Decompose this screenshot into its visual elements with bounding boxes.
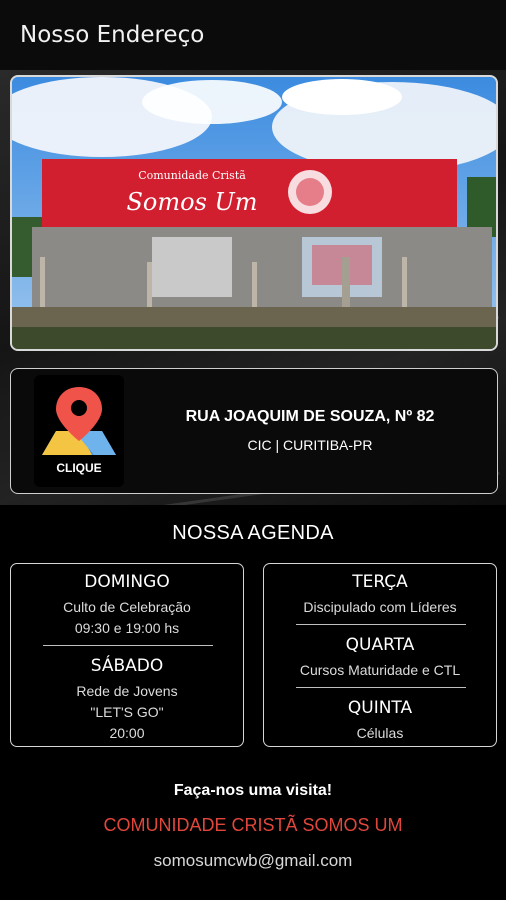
sign-line-1: Comunidade Cristã (138, 169, 246, 182)
agenda-day-terca: TERÇA (352, 572, 408, 592)
agenda-desc: Discipulado com Líderes (303, 599, 457, 615)
church-photo: Comunidade Cristã Somos Um (10, 75, 498, 351)
church-name: COMUNIDADE CRISTÃ SOMOS UM (103, 815, 403, 835)
agenda-desc: Rede de Jovens (76, 683, 178, 699)
app-bar: Nosso Endereço (0, 0, 506, 70)
agenda-title: NOSSA AGENDA (172, 522, 334, 544)
divider (43, 645, 213, 646)
agenda-day-quarta: QUARTA (345, 635, 415, 655)
email-link[interactable]: somosumcwb@gmail.com (0, 851, 506, 871)
map-button[interactable]: CLIQUE (34, 375, 124, 487)
agenda-day-quinta: QUINTA (347, 698, 413, 718)
address-street: RUA JOAQUIM DE SOUZA, Nº 82 (185, 408, 435, 425)
page-title: Nosso Endereço (20, 22, 205, 48)
agenda-time: 20:00 (109, 725, 145, 741)
church-building-image: Comunidade Cristã Somos Um (12, 77, 496, 349)
agenda-day-sabado: SÁBADO (90, 656, 164, 676)
divider (296, 624, 466, 625)
map-button-label: CLIQUE (56, 461, 102, 475)
agenda-desc: Cursos Maturidade e CTL (299, 662, 461, 678)
agenda-desc: Células (356, 725, 404, 741)
agenda-day-domingo: DOMINGO (84, 572, 170, 592)
agenda-card-weekend: DOMINGO Culto de Celebração 09:30 e 19:0… (10, 563, 244, 747)
agenda-desc: Culto de Celebração (63, 599, 191, 615)
address-city: CIC | CURITIBA-PR (247, 437, 373, 453)
visit-text: Faça-nos uma visita! (173, 782, 333, 799)
agenda-time: 09:30 e 19:00 hs (74, 620, 180, 636)
agenda-desc: "LET'S GO" (90, 704, 164, 720)
agenda-card-weekdays: TERÇA Discipulado com Líderes QUARTA Cur… (263, 563, 497, 747)
sign-line-2: Somos Um (126, 188, 257, 216)
divider (296, 687, 466, 688)
